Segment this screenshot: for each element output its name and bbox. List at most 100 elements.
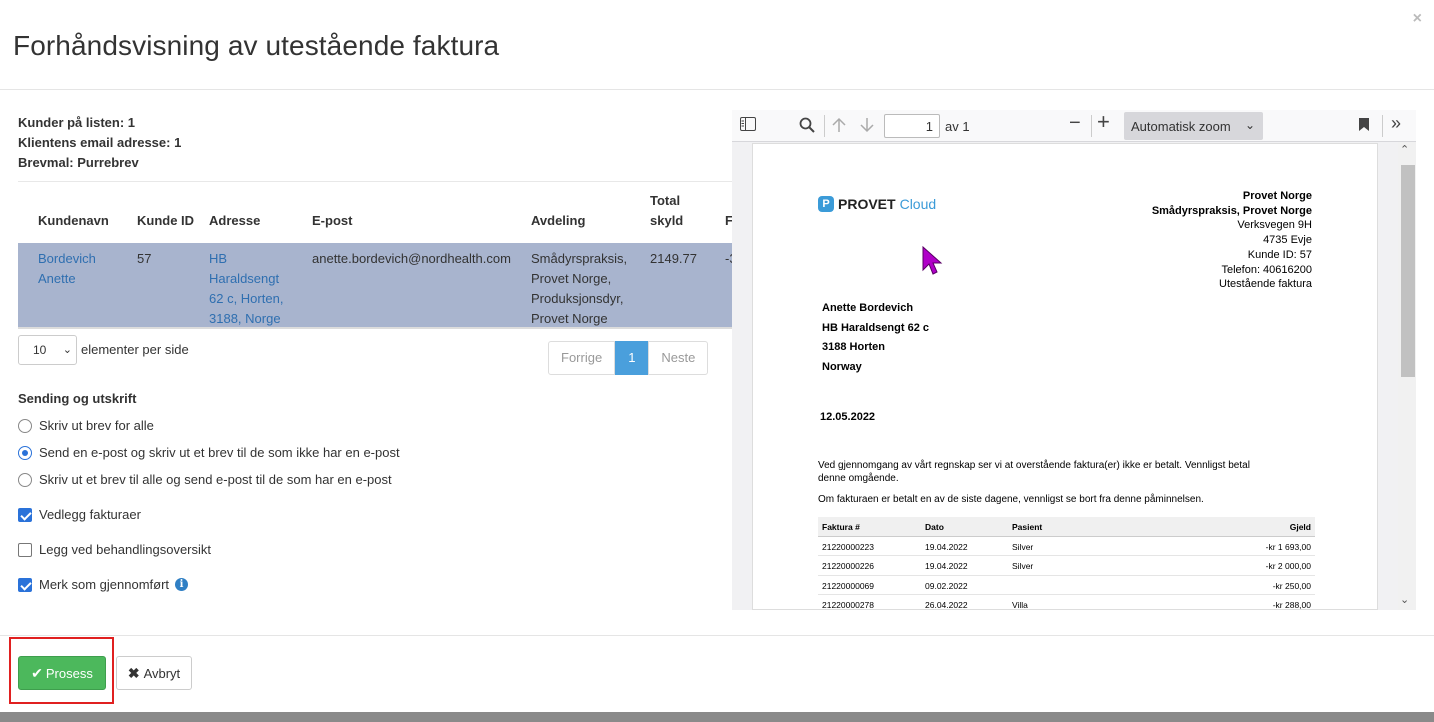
- sender-block: Provet Norge Smådyrspraksis, Provet Norg…: [1152, 189, 1312, 292]
- page-1-button[interactable]: 1: [615, 341, 649, 375]
- modal-title: Forhåndsvisning av utestående faktura: [13, 30, 500, 61]
- col-header-total[interactable]: Total skyld: [650, 182, 725, 243]
- invoice-patient: Silver: [1012, 561, 1034, 571]
- attach-treatment-summary[interactable]: Legg ved behandlingsoversikt: [18, 542, 211, 557]
- invoice-preview-modal: Forhåndsvisning av utestående faktura × …: [0, 0, 1434, 712]
- process-button[interactable]: ✔ Prosess: [18, 656, 106, 690]
- arrow-down-icon[interactable]: [859, 117, 875, 138]
- invoice-patient: Villa: [1012, 600, 1028, 610]
- sidebar-toggle-icon[interactable]: [740, 117, 756, 136]
- provet-logo: P PROVET Cloud: [818, 196, 936, 212]
- bookmark-icon[interactable]: [1358, 117, 1370, 137]
- cell-email: anette.bordevich@nordhealth.com: [312, 243, 531, 329]
- checkbox-mark-completed[interactable]: [18, 577, 32, 592]
- radio-email-or-print[interactable]: [18, 445, 32, 460]
- col-header-id[interactable]: Kunde ID: [137, 182, 209, 243]
- option-print-all[interactable]: Skriv ut brev for alle: [18, 418, 154, 433]
- more-tools-icon[interactable]: »: [1391, 114, 1401, 132]
- invoice-number: 21220000223: [822, 541, 875, 552]
- cell-f: -3: [725, 243, 732, 329]
- customer-name-link[interactable]: Bordevich Anette: [38, 249, 108, 289]
- logo-text-bold: PROVET: [838, 196, 896, 212]
- sender-line: Provet Norge: [1242, 190, 1312, 202]
- invoice-col-date: Dato: [925, 522, 944, 532]
- modal-header: Forhåndsvisning av utestående faktura ×: [0, 0, 1434, 90]
- page-size-select[interactable]: 10 ⌄: [18, 335, 77, 365]
- letter-template: Brevmal: Purrebrev: [18, 155, 139, 170]
- radio-print-and-email[interactable]: [18, 472, 32, 487]
- option-label: Skriv ut brev for alle: [39, 418, 154, 433]
- toolbar-separator: [1091, 115, 1092, 137]
- zoom-out-icon[interactable]: −: [1069, 113, 1081, 133]
- next-page-button[interactable]: Neste: [648, 341, 709, 375]
- invoice-col-debt: Gjeld: [1289, 522, 1311, 532]
- recipient-line: 3188 Horten: [822, 341, 885, 353]
- checkbox-attach-invoices[interactable]: [18, 507, 32, 522]
- scroll-up-icon[interactable]: ⌃: [1400, 143, 1409, 156]
- mark-completed[interactable]: Merk som gjennomført i: [18, 577, 189, 592]
- col-header-name[interactable]: Kundenavn: [18, 182, 137, 243]
- col-header-f[interactable]: F: [725, 182, 732, 243]
- invoice-debt: -kr 250,00: [1272, 580, 1311, 591]
- table-divider: [18, 327, 732, 329]
- search-icon[interactable]: [799, 117, 815, 138]
- process-label: Prosess: [45, 665, 93, 681]
- invoice-col-patient: Pasient: [1012, 522, 1043, 532]
- option-email-or-print[interactable]: Send en e-post og skriv ut et brev til d…: [18, 445, 400, 460]
- invoice-debt: -kr 2 000,00: [1265, 561, 1311, 571]
- cell-total: 2149.77: [650, 243, 725, 329]
- page-number-input[interactable]: 1: [884, 114, 940, 138]
- cancel-label: Avbryt: [143, 665, 181, 681]
- check-icon: ✔: [31, 664, 43, 681]
- recipient-block: Anette Bordevich HB Haraldsengt 62 c 318…: [822, 299, 929, 377]
- invoice-number: 21220000278: [822, 600, 875, 610]
- page-size-value: 10: [33, 343, 47, 357]
- cell-department: Smådyrspraksis, Provet Norge, Produksjon…: [531, 243, 650, 329]
- invoice-date: 09.02.2022: [925, 580, 968, 591]
- invoice-date: 19.04.2022: [925, 561, 968, 571]
- pdf-scrollbar-thumb[interactable]: [1401, 165, 1415, 377]
- invoice-table: Faktura # Dato Pasient Gjeld 21220000223…: [818, 517, 1315, 610]
- email-count: Klientens email adresse: 1: [18, 135, 182, 150]
- zoom-select[interactable]: Automatisk zoom ⌄: [1124, 112, 1263, 140]
- zoom-value: Automatisk zoom: [1131, 119, 1231, 134]
- close-icon[interactable]: ×: [1413, 10, 1422, 28]
- address-link[interactable]: HB Haraldsengt 62 c, Horten, 3188, Norge: [209, 249, 287, 329]
- invoice-date: 26.04.2022: [925, 600, 968, 610]
- pdf-page: P PROVET Cloud Provet Norge Smådyrspraks…: [752, 143, 1378, 610]
- checkbox-label: Merk som gjennomført: [39, 577, 170, 592]
- invoice-patient: Silver: [1012, 541, 1034, 552]
- pdf-viewer: 1 av 1 − + Automatisk zoom ⌄ » P PROVET …: [732, 110, 1416, 610]
- letter-body: Ved gjennomgang av vårt regnskap ser vi …: [818, 460, 1250, 484]
- letter-date: 12.05.2022: [820, 411, 876, 423]
- col-header-department[interactable]: Avdeling: [531, 182, 650, 243]
- provet-logo-icon: P: [818, 196, 834, 212]
- prev-page-button[interactable]: Forrige: [548, 341, 616, 375]
- toolbar-separator: [1382, 115, 1383, 137]
- customer-table: Kundenavn Kunde ID Adresse E-post Avdeli…: [18, 181, 732, 329]
- checkbox-treatment-summary[interactable]: [18, 542, 32, 557]
- option-print-and-email[interactable]: Skriv ut et brev til alle og send e-post…: [18, 472, 392, 487]
- scroll-down-icon[interactable]: ⌄: [1400, 593, 1409, 606]
- mouse-cursor-icon: [922, 246, 943, 275]
- arrow-up-icon[interactable]: [831, 117, 847, 138]
- cell-address: HB Haraldsengt 62 c, Horten, 3188, Norge: [209, 243, 312, 329]
- attach-invoices[interactable]: Vedlegg fakturaer: [18, 507, 141, 522]
- sender-line: Utestående faktura: [1219, 278, 1312, 291]
- table-row[interactable]: Bordevich Anette 57 HB Haraldsengt 62 c,…: [18, 243, 732, 329]
- cancel-button[interactable]: ✖ Avbryt: [116, 656, 192, 690]
- recipient-line: HB Haraldsengt 62 c: [822, 321, 929, 334]
- radio-print-all[interactable]: [18, 418, 32, 433]
- sender-line: Verksvegen 9H: [1237, 219, 1312, 232]
- chevron-down-icon: ⌄: [1244, 118, 1255, 132]
- invoice-number: 21220000069: [822, 580, 875, 591]
- zoom-in-icon[interactable]: +: [1097, 111, 1110, 133]
- info-icon[interactable]: i: [175, 578, 189, 591]
- pdf-toolbar: 1 av 1 − + Automatisk zoom ⌄ »: [732, 110, 1416, 142]
- invoice-row: 21220000226 19.04.2022 Silver -kr 2 000,…: [818, 556, 1315, 576]
- sender-line: Smådyrspraksis, Provet Norge: [1151, 204, 1312, 217]
- col-header-address[interactable]: Adresse: [209, 182, 312, 243]
- invoice-debt: -kr 1 693,00: [1265, 541, 1311, 552]
- summary: Kunder på listen: 1 Klientens email adre…: [18, 113, 181, 173]
- col-header-email[interactable]: E-post: [312, 182, 531, 243]
